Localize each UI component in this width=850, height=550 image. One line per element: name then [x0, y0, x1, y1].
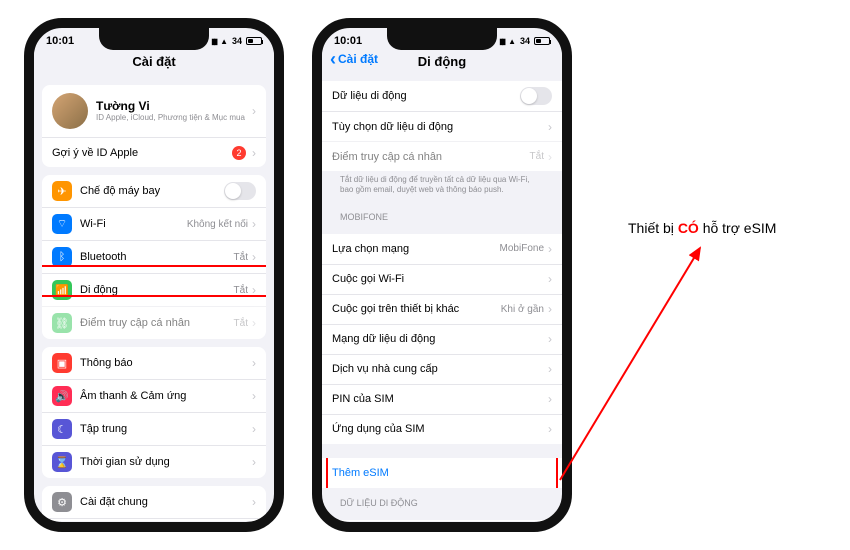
battery-pct: 34	[520, 36, 530, 46]
notifications-row[interactable]: ▣ Thông báo ›	[42, 347, 266, 379]
profile-name: Tường Vi	[96, 99, 248, 113]
back-button[interactable]: Cài đặt	[330, 52, 378, 66]
chevron-icon: ›	[252, 389, 256, 403]
wifi-row[interactable]: ⌔ Wi-Fi Không kết nối ›	[42, 207, 266, 240]
current-usage-row[interactable]: Thời gian hiện tại 24,4 GB	[322, 520, 562, 521]
chevron-icon: ›	[548, 242, 552, 256]
focus-icon: ☾	[52, 419, 72, 439]
chevron-icon: ›	[252, 250, 256, 264]
chevron-icon: ›	[548, 362, 552, 376]
sounds-icon: 🔊	[52, 386, 72, 406]
control-center-row[interactable]: ⊞ Trung tâm điều khiển ›	[42, 518, 266, 521]
status-time: 10:01	[46, 35, 74, 47]
notch	[99, 28, 209, 50]
network-selection-row[interactable]: Lựa chọn mạng MobiFone ›	[322, 234, 562, 264]
avatar	[52, 93, 88, 129]
bluetooth-row[interactable]: ᛒ Bluetooth Tắt ›	[42, 240, 266, 273]
status-time: 10:01	[334, 35, 362, 47]
airplane-switch[interactable]	[224, 182, 256, 200]
airplane-mode-row[interactable]: ✈ Chế độ máy bay	[42, 175, 266, 207]
bluetooth-icon: ᛒ	[52, 247, 72, 267]
phone-cellular: 10:01 34 Cài đặt Di động Dữ liệu di động…	[312, 18, 572, 532]
chevron-icon: ›	[548, 422, 552, 436]
focus-row[interactable]: ☾ Tập trung ›	[42, 412, 266, 445]
battery-icon	[534, 37, 550, 45]
usage-section-label: DỮ LIỆU DI ĐỘNG	[322, 488, 562, 512]
chevron-icon: ›	[252, 283, 256, 297]
wifi-calling-row[interactable]: Cuộc gọi Wi-Fi ›	[322, 264, 562, 294]
cellular-data-switch[interactable]	[520, 87, 552, 105]
gear-icon: ⚙	[52, 492, 72, 512]
general-row[interactable]: ⚙ Cài đặt chung ›	[42, 486, 266, 518]
airplane-icon: ✈	[52, 181, 72, 201]
apple-id-suggestions-row[interactable]: Gợi ý về ID Apple 2 ›	[42, 137, 266, 167]
wifi-icon: ⌔	[52, 214, 72, 234]
data-network-row[interactable]: Mạng dữ liệu di động ›	[322, 324, 562, 354]
sim-pin-row[interactable]: PIN của SIM ›	[322, 384, 562, 414]
profile-row[interactable]: Tường Vi ID Apple, iCloud, Phương tiện &…	[42, 85, 266, 137]
cellular-icon: 📶	[52, 280, 72, 300]
chevron-icon: ›	[548, 392, 552, 406]
chevron-icon: ›	[252, 455, 256, 469]
battery-icon	[246, 37, 262, 45]
badge: 2	[232, 146, 246, 160]
cellular-data-row[interactable]: Dữ liệu di động	[322, 81, 562, 111]
other-device-calls-row[interactable]: Cuộc gọi trên thiết bị khác Khi ở gần ›	[322, 294, 562, 324]
chevron-icon: ›	[252, 495, 256, 509]
battery-pct: 34	[232, 36, 242, 46]
carrier-section-label: MOBIFONE	[322, 202, 562, 226]
cellular-row[interactable]: 📶 Di động Tắt ›	[42, 273, 266, 306]
page-title: Cài đặt Di động	[322, 50, 562, 77]
cellular-note: Tắt dữ liệu di động để truyền tất cả dữ …	[322, 171, 562, 202]
sim-app-row[interactable]: Ứng dụng của SIM ›	[322, 414, 562, 444]
wifi-status-icon	[220, 35, 228, 47]
chevron-icon: ›	[548, 302, 552, 316]
add-esim-row[interactable]: Thêm eSIM	[322, 458, 562, 488]
wifi-status-icon	[508, 35, 516, 47]
sounds-row[interactable]: 🔊 Âm thanh & Cảm ứng ›	[42, 379, 266, 412]
hotspot-icon: ⛓	[52, 313, 72, 333]
chevron-icon: ›	[548, 332, 552, 346]
chevron-icon: ›	[548, 120, 552, 134]
chevron-icon: ›	[548, 272, 552, 286]
chevron-icon: ›	[252, 422, 256, 436]
hotspot-row[interactable]: Điểm truy cập cá nhân Tắt ›	[322, 141, 562, 171]
screentime-icon: ⌛	[52, 452, 72, 472]
chevron-icon: ›	[252, 356, 256, 370]
chevron-icon: ›	[252, 217, 256, 231]
annotation-text: Thiết bị CÓ hỗ trợ eSIM	[628, 220, 776, 236]
chevron-icon: ›	[252, 316, 256, 330]
screentime-row[interactable]: ⌛ Thời gian sử dụng ›	[42, 445, 266, 478]
data-options-row[interactable]: Tùy chọn dữ liệu di động ›	[322, 111, 562, 141]
notch	[387, 28, 497, 50]
hotspot-row[interactable]: ⛓ Điểm truy cập cá nhân Tắt ›	[42, 306, 266, 339]
chevron-icon: ›	[252, 146, 256, 160]
chevron-icon: ›	[252, 104, 256, 118]
profile-sub: ID Apple, iCloud, Phương tiện & Mục mua	[96, 113, 248, 123]
signal-icon	[211, 35, 216, 47]
notifications-icon: ▣	[52, 353, 72, 373]
chevron-icon: ›	[548, 150, 552, 164]
page-title: Cài đặt	[34, 50, 274, 77]
carrier-services-row[interactable]: Dịch vụ nhà cung cấp ›	[322, 354, 562, 384]
phone-settings: 10:01 34 Cài đặt Tường Vi ID Apple, iClo…	[24, 18, 284, 532]
signal-icon	[499, 35, 504, 47]
